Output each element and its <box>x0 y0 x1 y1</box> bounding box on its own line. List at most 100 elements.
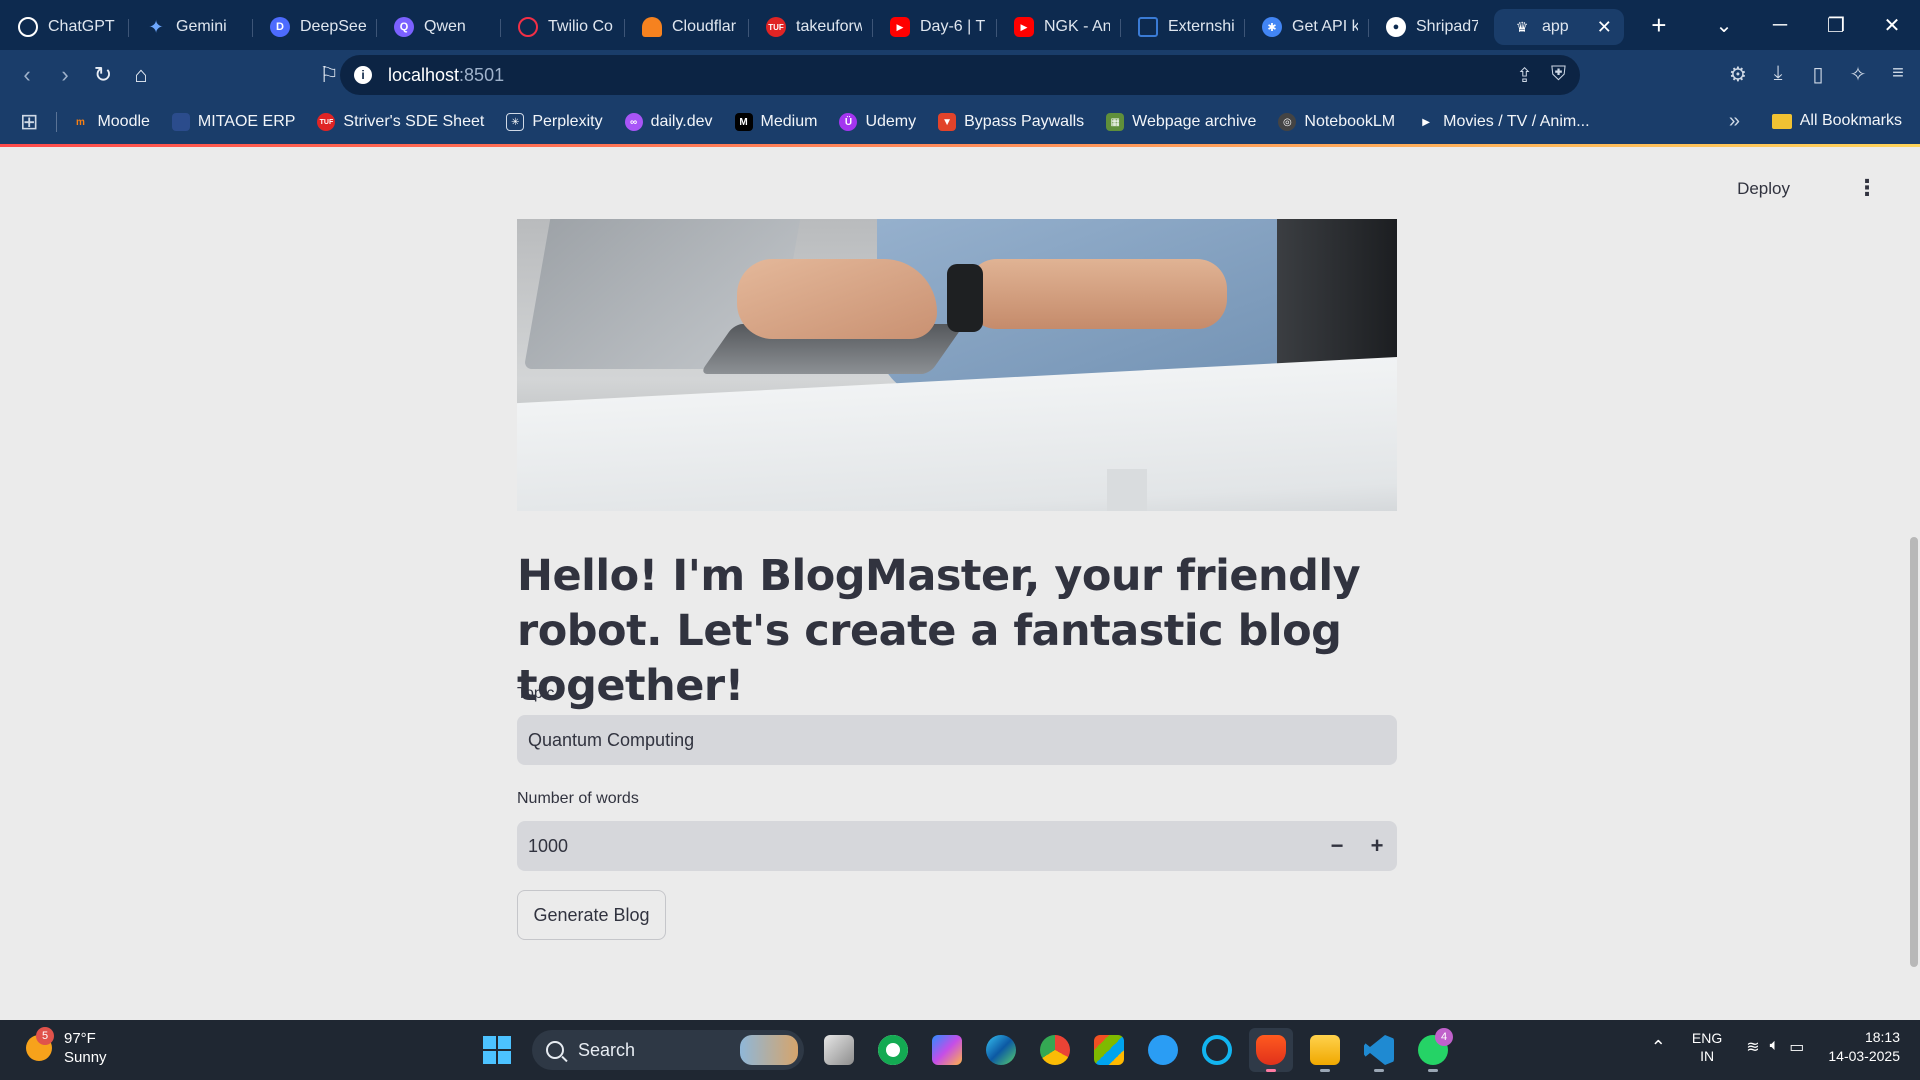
deepseek-icon: D <box>270 17 290 37</box>
sidebar-toggle-icon[interactable]: ▯ <box>1806 62 1830 87</box>
chrome-app[interactable] <box>1033 1028 1077 1072</box>
file-explorer-app[interactable] <box>1303 1028 1347 1072</box>
bookmark-notebooklm[interactable]: ◎ NotebookLM <box>1278 113 1395 131</box>
running-indicator <box>1320 1069 1330 1072</box>
home-icon[interactable]: ⌂ <box>122 62 160 88</box>
forward-icon[interactable]: › <box>46 62 84 88</box>
bookmark-medium[interactable]: M Medium <box>734 113 817 131</box>
decrement-icon[interactable]: − <box>1317 821 1357 871</box>
bookmark-striver-sde-sheet[interactable]: TUF Striver's SDE Sheet <box>317 113 484 131</box>
app-main: Deploy ⋮ Hello! I'm BlogMaster, your fri… <box>0 147 1920 1020</box>
minimize-icon[interactable]: ─ <box>1752 14 1808 37</box>
share-icon[interactable]: ⇪ <box>1516 63 1533 88</box>
new-tab-icon[interactable]: + <box>1644 10 1674 41</box>
tab-youtube-day6[interactable]: ▶ Day-6 | T <box>872 9 996 45</box>
topic-input[interactable]: Quantum Computing <box>517 715 1397 765</box>
windows-icon <box>483 1036 511 1064</box>
bookmark-mitaoe-erp[interactable]: MITAOE ERP <box>171 113 295 131</box>
chrome-icon <box>1040 1035 1070 1065</box>
externship-icon <box>1138 17 1158 37</box>
archive-icon: ▦ <box>1106 113 1125 131</box>
taskbar-search[interactable]: Search <box>532 1030 804 1070</box>
bookmark-movies-tv-anime[interactable]: ▶ Movies / TV / Anim... <box>1417 113 1589 131</box>
main-menu-icon[interactable]: ⋮ <box>1856 175 1878 201</box>
address-bar[interactable]: i localhost:8501 ⇪ ⛨ <box>340 55 1580 95</box>
mongodb-icon <box>878 1035 908 1065</box>
close-window-icon[interactable]: ✕ <box>1864 13 1920 38</box>
reload-icon[interactable]: ↻ <box>84 62 122 88</box>
tab-twilio[interactable]: Twilio Co <box>500 9 624 45</box>
language-indicator[interactable]: ENG IN <box>1692 1029 1722 1065</box>
url-port: :8501 <box>459 64 505 85</box>
moodle-icon: m <box>75 116 85 128</box>
mongodb-app[interactable] <box>871 1028 915 1072</box>
bookmark-daily-dev[interactable]: ∞ daily.dev <box>624 113 713 131</box>
extensions-icon[interactable]: ⚙ <box>1726 62 1750 87</box>
browser-tab-strip: ChatGPT ✦Gemini DDeepSeek QQwen Twilio C… <box>0 0 1920 50</box>
bookmark-bypass-paywalls[interactable]: ▼ Bypass Paywalls <box>938 113 1084 131</box>
search-highlight-icon <box>740 1035 798 1065</box>
notebooklm-icon: ◎ <box>1278 113 1297 131</box>
bookmark-webpage-archive[interactable]: ▦ Webpage archive <box>1106 113 1256 131</box>
weather-widget[interactable]: 5 97°F Sunny <box>26 1027 107 1067</box>
brave-icon <box>1256 1035 1286 1065</box>
increment-icon[interactable]: + <box>1357 821 1397 871</box>
cortana-app[interactable] <box>1195 1028 1239 1072</box>
topic-label: Topic <box>517 685 555 702</box>
downloads-icon[interactable]: ⤓ <box>1766 62 1790 87</box>
show-hidden-icons-icon[interactable]: ⌃ <box>1651 1037 1666 1058</box>
tab-deepseek[interactable]: DDeepSeek <box>252 9 376 45</box>
close-tab-icon[interactable]: ✕ <box>1597 17 1612 38</box>
tab-gemini[interactable]: ✦ Gemini <box>128 9 252 45</box>
bookmark-udemy[interactable]: Ü Udemy <box>839 113 916 131</box>
notification-badge: 4 <box>1435 1028 1453 1046</box>
generate-blog-button[interactable]: Generate Blog <box>517 890 666 940</box>
all-bookmarks-folder[interactable]: All Bookmarks <box>1771 112 1902 130</box>
restore-icon[interactable]: ❐ <box>1808 13 1864 38</box>
api-key-icon: ✱ <box>1262 17 1282 37</box>
chatgpt-icon <box>18 17 38 37</box>
bookmark-perplexity[interactable]: ✳ Perplexity <box>506 113 603 131</box>
brave-app[interactable] <box>1249 1028 1293 1072</box>
edge-app[interactable] <box>979 1028 1023 1072</box>
start-button[interactable] <box>475 1028 519 1072</box>
weather-temp: 97°F <box>64 1030 96 1047</box>
store-app[interactable] <box>1087 1028 1131 1072</box>
tab-app-active[interactable]: ♛ app ✕ <box>1494 9 1624 45</box>
gitlab-icon: ▼ <box>938 113 957 131</box>
tab-chatgpt[interactable]: ChatGPT <box>0 9 128 45</box>
vscode-app[interactable] <box>1357 1028 1401 1072</box>
deploy-button[interactable]: Deploy <box>1737 179 1790 199</box>
medium-icon: M <box>734 113 753 131</box>
clock[interactable]: 18:13 14-03-2025 <box>1828 1028 1900 1066</box>
tab-get-api-key[interactable]: ✱ Get API k <box>1244 9 1368 45</box>
running-indicator <box>1374 1069 1384 1072</box>
tab-qwen[interactable]: Q Qwen <box>376 9 500 45</box>
leo-ai-icon[interactable]: ✧ <box>1846 62 1870 87</box>
copilot-app[interactable] <box>925 1028 969 1072</box>
sun-icon: 5 <box>26 1027 54 1061</box>
more-bookmarks-icon[interactable]: » <box>1729 110 1740 133</box>
menu-icon[interactable]: ≡ <box>1886 62 1910 87</box>
bookmark-moodle[interactable]: m Moodle <box>71 113 150 131</box>
tab-github[interactable]: ● Shripad7 <box>1368 9 1488 45</box>
bookmarks-divider <box>56 112 58 132</box>
task-view-button[interactable] <box>817 1028 861 1072</box>
tab-externship[interactable]: Externshi <box>1120 9 1244 45</box>
word-count-input[interactable]: 1000 − + <box>517 821 1397 871</box>
help-app[interactable] <box>1141 1028 1185 1072</box>
gemini-icon: ✦ <box>148 16 164 37</box>
running-indicator <box>1428 1069 1438 1072</box>
tab-cloudflare[interactable]: Cloudflar <box>624 9 748 45</box>
page-scrollbar[interactable] <box>1910 537 1918 967</box>
tab-youtube-ngk[interactable]: ▶ NGK - An <box>996 9 1120 45</box>
quick-settings[interactable]: ≋ 🔈︎ ▭ <box>1746 1037 1804 1057</box>
brave-shield-icon[interactable]: ⛨ <box>1551 63 1566 88</box>
url-host: localhost <box>388 64 460 85</box>
whatsapp-app[interactable]: 4 <box>1411 1028 1455 1072</box>
back-icon[interactable]: ‹ <box>8 62 46 88</box>
tab-search-chevron-icon[interactable]: ⌄ <box>1696 13 1752 38</box>
tab-takeuforward[interactable]: TUF takeuforw <box>748 9 872 45</box>
apps-grid-icon[interactable]: ⊞ <box>20 109 38 135</box>
site-info-icon[interactable]: i <box>354 66 372 84</box>
